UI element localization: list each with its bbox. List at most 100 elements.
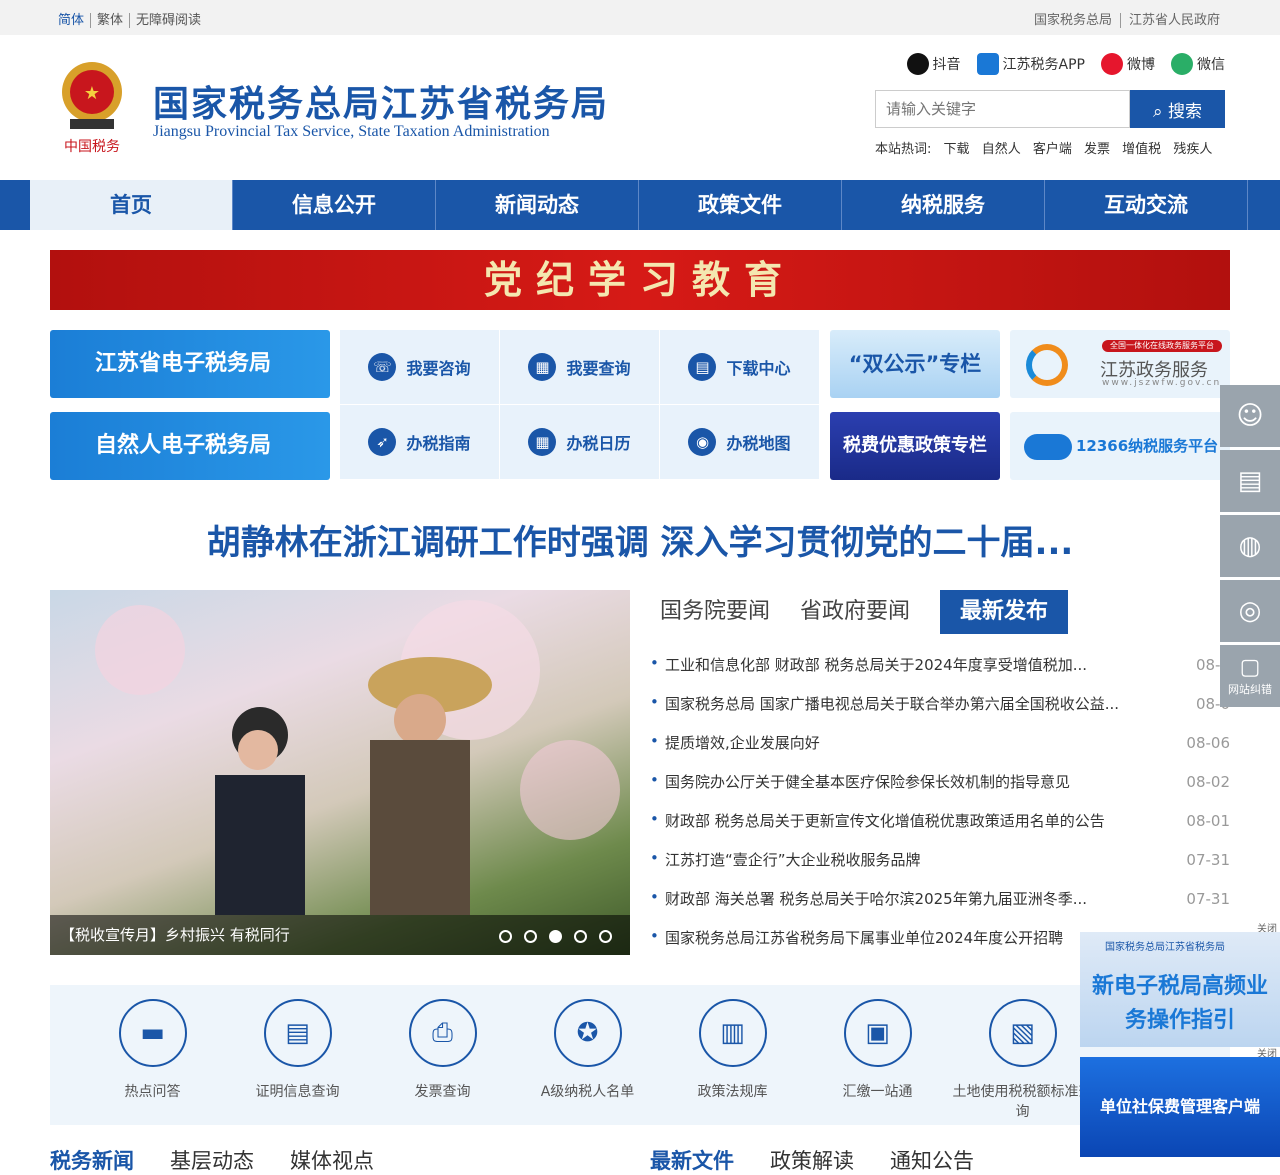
document-icon: ▤	[263, 999, 332, 1067]
search-input[interactable]	[875, 90, 1130, 128]
accessible-link[interactable]: 无障碍阅读	[130, 13, 207, 28]
list-item[interactable]: 工业和信息化部 财政部 税务总局关于2024年度享受增值税加...08-0	[650, 645, 1230, 684]
hot-word[interactable]: 客户端	[1033, 142, 1072, 157]
quick-grid: ☏ 我要咨询 ▦ 我要查询 ▤ 下载中心 ➶ 办税指南 ▦ 办税日历 ◉ 办税地图	[340, 330, 820, 480]
tab-policy-reading[interactable]: 政策解读	[770, 1145, 854, 1175]
service-settlement[interactable]: ▣ 汇缴一站通	[805, 985, 950, 1125]
document-float-icon[interactable]: ▤	[1220, 450, 1280, 512]
tab-latest-docs[interactable]: 最新文件	[650, 1145, 734, 1175]
carousel-dot[interactable]	[499, 930, 512, 943]
simplified-link[interactable]: 简体	[58, 13, 92, 28]
land-document-icon: ▧	[988, 999, 1057, 1067]
wechat-float-icon[interactable]: ◍	[1220, 515, 1280, 577]
sta-link[interactable]: 国家税务总局	[1026, 13, 1120, 28]
hot-word[interactable]: 下载	[944, 142, 970, 157]
tab-media[interactable]: 媒体视点	[290, 1145, 374, 1175]
hot-word[interactable]: 残疾人	[1173, 142, 1212, 157]
nav-info[interactable]: 信息公开	[233, 180, 436, 230]
service-law-db[interactable]: ▥ 政策法规库	[660, 985, 805, 1125]
double-publicity-button[interactable]: “双公示”专栏	[830, 330, 1000, 398]
jszwfw-link[interactable]: 全国一体化在线政务服务平台 江苏政务服务 www.jszwfw.gov.cn	[1010, 330, 1230, 398]
money-icon: ▣	[843, 999, 912, 1067]
carousel-dot-active[interactable]	[549, 930, 562, 943]
carousel-photo	[95, 600, 620, 915]
bottom-tabs-left: 税务新闻 基层动态 媒体视点	[50, 1145, 374, 1175]
list-item[interactable]: 国务院办公厅关于健全基本医疗保险参保长效机制的指导意见08-02	[650, 762, 1230, 801]
chat-icon: ▬	[118, 999, 187, 1067]
service-hot-qa[interactable]: ▬ 热点问答	[80, 985, 225, 1125]
service-bar: ▬ 热点问答 ▤ 证明信息查询 ⎙ 发票查询 ✪ A级纳税人名单 ▥ 政策法规库 ▣ 汇缴一…	[50, 985, 1230, 1125]
tab-province[interactable]: 省政府要闻	[800, 590, 910, 634]
jiangsu-gov-link[interactable]: 江苏省人民政府	[1119, 13, 1228, 28]
service-a-taxpayer[interactable]: ✪ A级纳税人名单	[515, 985, 660, 1125]
hot-word[interactable]: 发票	[1084, 142, 1110, 157]
svg-text:中国税务: 中国税务	[64, 139, 120, 155]
search-button[interactable]: ⌕ 搜索	[1130, 90, 1225, 128]
list-item[interactable]: 江苏打造“壹企行”大企业税收服务品牌07-31	[650, 840, 1230, 879]
weibo-float-icon[interactable]: ◎	[1220, 580, 1280, 642]
compass-icon: ➶	[368, 428, 397, 456]
nav-service[interactable]: 纳税服务	[842, 180, 1045, 230]
query-button[interactable]: ▦ 我要查询	[500, 330, 660, 405]
svg-text:★: ★	[84, 83, 100, 104]
weibo-link[interactable]: 微博	[1101, 53, 1155, 75]
nav-policy[interactable]: 政策文件	[639, 180, 842, 230]
calendar-search-icon: ▦	[528, 353, 557, 381]
news-list: 工业和信息化部 财政部 税务总局关于2024年度享受增值税加...08-0 国家…	[650, 645, 1230, 957]
headset-icon: ☏	[368, 353, 397, 381]
douyin-link[interactable]: 抖音	[906, 53, 961, 75]
service-certificate[interactable]: ▤ 证明信息查询	[225, 985, 370, 1125]
tab-notices[interactable]: 通知公告	[890, 1145, 974, 1175]
list-item[interactable]: 国家税务总局 国家广播电视总局关于联合举办第六届全国税收公益...08-0	[650, 684, 1230, 723]
news-tabs: 国务院要闻 省政府要闻 最新发布	[650, 590, 1230, 634]
download-button[interactable]: ▤ 下载中心	[660, 330, 820, 405]
service-land-tax[interactable]: ▧ 土地使用税税额标准查询	[950, 985, 1095, 1125]
nav-news[interactable]: 新闻动态	[436, 180, 639, 230]
traditional-link[interactable]: 繁体	[91, 13, 131, 28]
printer-icon: ⎙	[408, 999, 477, 1067]
tax-preference-button[interactable]: 税费优惠政策专栏	[830, 412, 1000, 480]
etax-personal-button[interactable]: 自然人电子税务局	[50, 412, 330, 480]
carousel-dot[interactable]	[574, 930, 587, 943]
site-title[interactable]: 国家税务总局江苏省税务局	[153, 75, 609, 127]
service-invoice[interactable]: ⎙ 发票查询	[370, 985, 515, 1125]
news-carousel[interactable]: 【税收宣传月】乡村振兴 有税同行	[50, 590, 630, 955]
error-report-icon: ▢	[1239, 655, 1261, 680]
etax-province-button[interactable]: 江苏省电子税务局	[50, 330, 330, 398]
tab-tax-news[interactable]: 税务新闻	[50, 1145, 134, 1175]
headline[interactable]: 胡静林在浙江调研工作时强调 深入学习贯彻党的二十届...	[0, 515, 1280, 564]
weibo-icon	[1101, 53, 1123, 75]
carousel-dot[interactable]	[599, 930, 612, 943]
guide-button[interactable]: ➶ 办税指南	[340, 405, 500, 480]
book-icon: ▥	[698, 999, 767, 1067]
calendar-button[interactable]: ▦ 办税日历	[500, 405, 660, 480]
list-item[interactable]: 提质增效,企业发展向好08-06	[650, 723, 1230, 762]
wechat-link[interactable]: 微信	[1171, 53, 1225, 75]
tab-state-council[interactable]: 国务院要闻	[660, 590, 770, 634]
tab-latest[interactable]: 最新发布	[940, 590, 1069, 634]
12366-link[interactable]: 12366纳税服务平台	[1010, 412, 1230, 480]
social-insurance-ad[interactable]: 单位社保费管理客户端	[1080, 1057, 1280, 1157]
nav-home[interactable]: 首页	[30, 180, 233, 230]
tab-local-news[interactable]: 基层动态	[170, 1145, 254, 1175]
12366-logo-icon	[1024, 434, 1072, 460]
tax-emblem-icon[interactable]: ★ 中国税务	[52, 57, 132, 157]
top-bar: 简体 繁体 无障碍阅读 国家税务总局 江苏省人民政府	[0, 0, 1280, 35]
carousel-dots	[499, 930, 612, 943]
map-button[interactable]: ◉ 办税地图	[660, 405, 820, 480]
error-report-button[interactable]: ▢ 网站纠错	[1220, 645, 1280, 707]
phone-app-icon	[976, 53, 999, 75]
list-item[interactable]: 财政部 海关总署 税务总局关于哈尔滨2025年第九届亚洲冬季...07-31	[650, 879, 1230, 918]
robot-icon[interactable]: ☺	[1220, 385, 1280, 447]
party-banner[interactable]: 党纪学习教育	[50, 250, 1230, 310]
hot-word[interactable]: 增值税	[1122, 142, 1161, 157]
etax-guide-ad[interactable]: 国家税务总局江苏省税务局 新电子税局高频业务操作指引	[1080, 932, 1280, 1047]
nav-interact[interactable]: 互动交流	[1045, 180, 1248, 230]
calendar-icon: ▦	[528, 428, 557, 456]
app-link[interactable]: 江苏税务APP	[976, 53, 1085, 75]
list-item[interactable]: 财政部 税务总局关于更新宣传文化增值税优惠政策适用名单的公告08-01	[650, 801, 1230, 840]
hot-word[interactable]: 自然人	[982, 142, 1021, 157]
consult-button[interactable]: ☏ 我要咨询	[340, 330, 500, 405]
hot-words: 本站热词: 下载 自然人 客户端 发票 增值税 残疾人	[875, 142, 1213, 157]
carousel-dot[interactable]	[524, 930, 537, 943]
